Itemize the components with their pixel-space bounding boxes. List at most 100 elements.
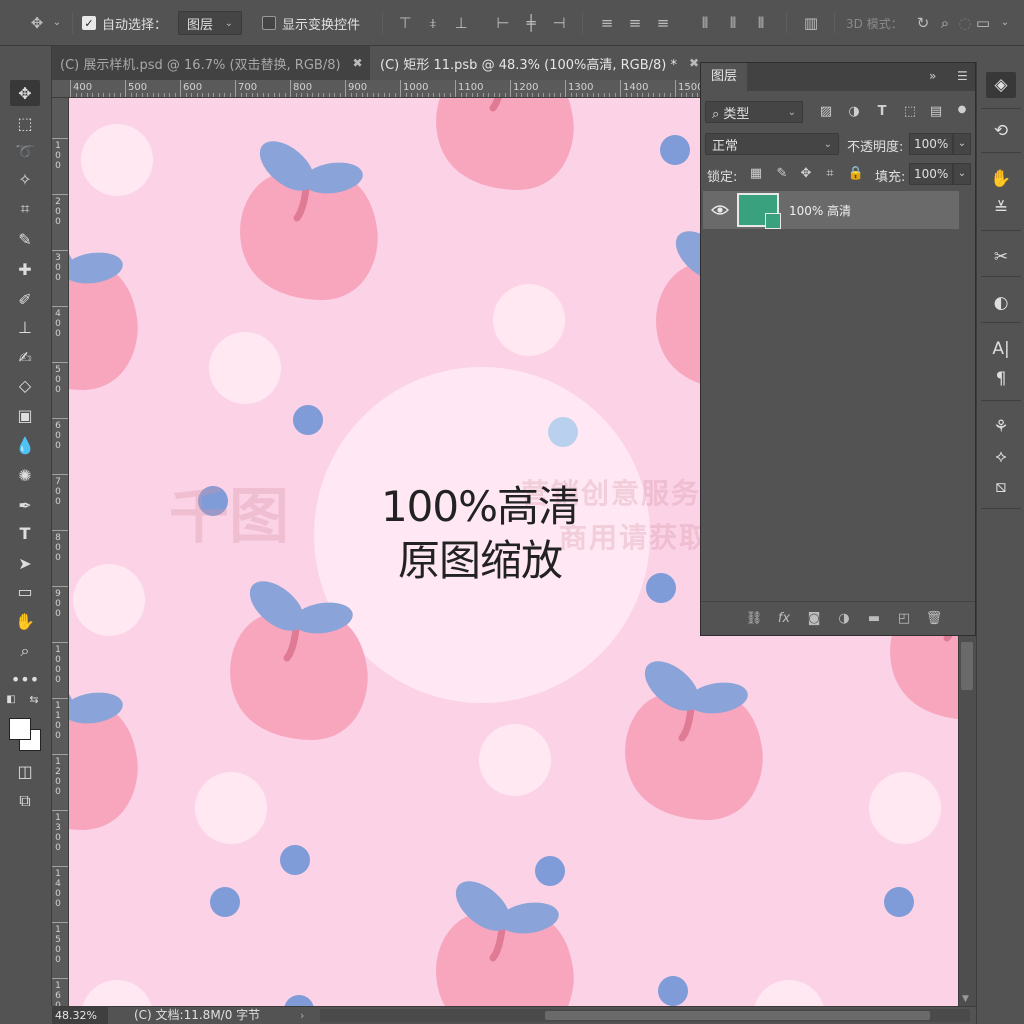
adjustment-layer-icon[interactable]: ◑ xyxy=(835,610,853,628)
swap-colors-icon[interactable]: ⇆ xyxy=(26,692,42,706)
add-mask-icon[interactable]: ◙ xyxy=(805,610,823,628)
tab-mockup-psd[interactable]: (C) 展示样机.psd @ 16.7% (双击替换, RGB/8) ✖ xyxy=(50,46,370,80)
filter-toggle-icon[interactable]: ● xyxy=(953,101,971,119)
layer-style-fx-icon[interactable]: fx xyxy=(775,610,793,628)
screen-mode-icon[interactable]: ⧉ xyxy=(10,788,40,814)
scrollbar-thumb[interactable] xyxy=(961,642,973,690)
document-info[interactable]: (C) 文档:11.8M/0 字节 xyxy=(134,1007,260,1024)
new-layer-icon[interactable]: ◰ xyxy=(895,610,913,628)
layer-name[interactable]: 100% 高清 xyxy=(789,202,851,219)
tools-scissors-icon[interactable]: ✂ xyxy=(986,244,1016,270)
brush-icon[interactable]: ✐ xyxy=(10,286,40,312)
move-tool-icon[interactable]: ✥ xyxy=(10,80,40,106)
opacity-field[interactable]: 100% xyxy=(909,133,953,155)
scrollbar-thumb[interactable] xyxy=(545,1011,930,1020)
layer-thumbnail[interactable] xyxy=(737,193,781,229)
chevron-right-icon[interactable]: › xyxy=(300,1007,304,1024)
align-left-edges-icon[interactable]: ⊢ xyxy=(494,14,512,32)
collapse-panel-icon[interactable]: » xyxy=(929,69,936,83)
link-layers-icon[interactable]: ⛓ xyxy=(745,610,763,628)
distribute-top-icon[interactable]: ≡ xyxy=(598,14,616,32)
align-horizontal-centers-icon[interactable]: ╪ xyxy=(522,14,540,32)
close-icon[interactable]: ✖ xyxy=(689,56,699,70)
lasso-icon[interactable]: ➰ xyxy=(10,138,40,164)
distribute-left-icon[interactable]: ⫴ xyxy=(696,14,714,32)
fill-field[interactable]: 100% xyxy=(909,163,953,185)
3d-rotate-icon[interactable]: ↻ xyxy=(914,14,932,32)
distribute-vertical-centers-icon[interactable]: ≡ xyxy=(626,14,644,32)
brush-panel-icon[interactable]: ✋ xyxy=(986,166,1016,192)
auto-select-option[interactable]: ✓ 自动选择： xyxy=(82,10,167,36)
fill-dropdown[interactable]: ⌄ xyxy=(953,163,971,185)
paths-panel-icon[interactable]: ⟡ xyxy=(986,444,1016,470)
auto-align-layers-icon[interactable]: ▥ xyxy=(802,14,820,32)
search-icon[interactable]: ⌕ xyxy=(936,14,954,32)
dodge-icon[interactable]: ✺ xyxy=(10,462,40,488)
eyedropper-icon[interactable]: ✎ xyxy=(10,226,40,252)
character-panel-icon[interactable]: A| xyxy=(986,336,1016,362)
new-group-icon[interactable]: ▬ xyxy=(865,610,883,628)
history-brush-icon[interactable]: ✍ xyxy=(10,344,40,370)
crop-icon[interactable]: ⌗ xyxy=(10,196,40,222)
lock-position-icon[interactable]: ✥ xyxy=(797,165,815,183)
lock-artboard-icon[interactable]: ⌗ xyxy=(821,165,839,183)
gradient-icon[interactable]: ▣ xyxy=(10,402,40,428)
path-selection-icon[interactable]: ➤ xyxy=(10,550,40,576)
rectangular-marquee-icon[interactable]: ⬚ xyxy=(10,110,40,136)
adjustments-panel-icon[interactable]: ◐ xyxy=(986,290,1016,316)
align-right-edges-icon[interactable]: ⊣ xyxy=(550,14,568,32)
brush-settings-icon[interactable]: ≚ xyxy=(986,196,1016,222)
workspace-icon[interactable]: ▭ xyxy=(974,14,992,32)
panel-menu-icon[interactable]: ☰ xyxy=(957,69,968,83)
filter-adjustment-icon[interactable]: ◑ xyxy=(845,103,863,121)
filter-type-icon[interactable]: T xyxy=(873,103,891,121)
eraser-icon[interactable]: ◇ xyxy=(10,372,40,398)
layers-panel-icon[interactable]: ◈ xyxy=(986,72,1016,98)
type-tool-icon[interactable]: T xyxy=(10,520,40,546)
tool-preset-dropdown-icon[interactable]: ⌄ xyxy=(48,14,66,32)
paragraph-panel-icon[interactable]: ¶ xyxy=(986,366,1016,392)
styles-panel-icon[interactable]: ⧅ xyxy=(986,474,1016,500)
lock-all-icon[interactable]: 🔒 xyxy=(847,165,865,183)
tab-rectangle-psb[interactable]: (C) 矩形 11.psb @ 48.3% (100%高清, RGB/8) * … xyxy=(370,46,700,80)
3d-roll-icon[interactable]: ◌ xyxy=(956,14,974,32)
close-icon[interactable]: ✖ xyxy=(353,56,363,70)
rectangle-shape-icon[interactable]: ▭ xyxy=(10,578,40,604)
magic-wand-icon[interactable]: ✧ xyxy=(10,166,40,192)
auto-select-target-dropdown[interactable]: 图层 ⌄ xyxy=(178,11,242,35)
pen-icon[interactable]: ✒ xyxy=(10,492,40,518)
lock-transparent-icon[interactable]: ▦ xyxy=(747,165,765,183)
layer-row[interactable]: 100% 高清 xyxy=(703,191,959,229)
default-colors-icon[interactable]: ◧ xyxy=(4,692,18,706)
channels-panel-icon[interactable]: ⚘ xyxy=(986,414,1016,440)
zoom-icon[interactable]: ⌕ xyxy=(10,638,40,664)
align-bottom-edges-icon[interactable]: ⊥ xyxy=(452,14,470,32)
show-transform-option[interactable]: 显示变换控件 xyxy=(262,10,360,36)
healing-brush-icon[interactable]: ✚ xyxy=(10,256,40,282)
distribute-horizontal-centers-icon[interactable]: ⫴ xyxy=(724,14,742,32)
zoom-level-field[interactable]: 48.32% xyxy=(52,1007,108,1024)
vertical-scrollbar[interactable]: ▼ xyxy=(958,636,976,1006)
filter-pixel-icon[interactable]: ▨ xyxy=(817,103,835,121)
move-tool-icon[interactable]: ✥ xyxy=(28,14,46,32)
trash-icon[interactable]: 🗑 xyxy=(925,610,943,628)
distribute-bottom-icon[interactable]: ≡ xyxy=(654,14,672,32)
hand-icon[interactable]: ✋ xyxy=(10,608,40,634)
quick-mask-icon[interactable]: ◫ xyxy=(10,758,40,784)
show-transform-checkbox[interactable] xyxy=(262,16,276,30)
blur-icon[interactable]: 💧 xyxy=(10,432,40,458)
filter-smart-object-icon[interactable]: ▤ xyxy=(927,103,945,121)
workspace-dropdown-icon[interactable]: ⌄ xyxy=(996,14,1014,32)
filter-shape-icon[interactable]: ⬚ xyxy=(901,103,919,121)
clone-stamp-icon[interactable]: ⊥ xyxy=(10,314,40,340)
opacity-dropdown[interactable]: ⌄ xyxy=(953,133,971,155)
eye-icon[interactable] xyxy=(711,201,729,219)
blend-mode-dropdown[interactable]: 正常 ⌄ xyxy=(705,133,839,155)
history-panel-icon[interactable]: ⟲ xyxy=(986,118,1016,144)
more-tools-icon[interactable]: ••• xyxy=(10,666,40,692)
vertical-ruler[interactable]: 100 200 300 400 500 600 700 800 900 1000 1100 1200 1… xyxy=(52,98,69,1006)
layer-filter-dropdown[interactable]: ⌕ 类型 ⌄ xyxy=(705,101,803,123)
distribute-right-icon[interactable]: ⫴ xyxy=(752,14,770,32)
align-vertical-centers-icon[interactable]: ⧧ xyxy=(424,14,442,32)
lock-image-icon[interactable]: ✎ xyxy=(773,165,791,183)
